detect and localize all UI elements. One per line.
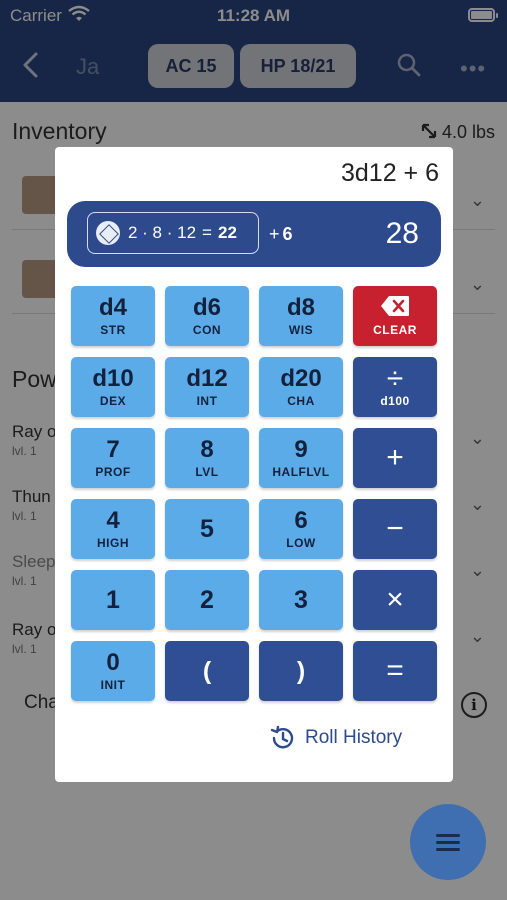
d12-key[interactable]: d12 INT (165, 357, 249, 417)
six-key[interactable]: 6 LOW (259, 499, 343, 559)
five-key[interactable]: 5 (165, 499, 249, 559)
key-sublabel: WIS (288, 323, 314, 337)
backspace-icon (380, 295, 410, 317)
two-key[interactable]: 2 (165, 570, 249, 630)
key-sublabel: PROF (95, 465, 131, 479)
plus-key[interactable]: + (353, 428, 437, 488)
roll-dice-values: 2 · 8 · 12 (128, 223, 197, 242)
key-label: 5 (200, 515, 214, 543)
key-label: 0 (106, 649, 120, 676)
three-key[interactable]: 3 (259, 570, 343, 630)
key-label: d8 (286, 294, 315, 321)
eight-key[interactable]: 8 LVL (165, 428, 249, 488)
open-paren-key[interactable]: ( (165, 641, 249, 701)
key-label: 3 (294, 586, 308, 614)
key-label: 8 (200, 436, 214, 463)
d10-key[interactable]: d10 DEX (71, 357, 155, 417)
key-sublabel: LVL (195, 465, 219, 479)
menu-icon (436, 833, 460, 837)
key-label: 6 (294, 507, 308, 534)
key-label: 2 (200, 586, 214, 614)
key-label: = (386, 654, 404, 687)
modifier-plus: + (269, 224, 280, 244)
key-label: ÷ (386, 362, 404, 395)
key-label: d6 (192, 294, 221, 321)
minus-key[interactable]: − (353, 499, 437, 559)
multiply-key[interactable]: × (353, 570, 437, 630)
history-icon (270, 725, 294, 749)
key-sublabel: CON (192, 323, 222, 337)
modifier-value: 6 (282, 224, 293, 244)
key-label: ) (296, 657, 306, 685)
key-sublabel: CHA (287, 394, 315, 408)
key-sublabel: HIGH (97, 536, 129, 550)
seven-key[interactable]: 7 PROF (71, 428, 155, 488)
roll-history-label: Roll History (305, 727, 403, 748)
key-sublabel: HALFLVL (272, 465, 330, 479)
key-label: d12 (186, 365, 228, 392)
key-sublabel: LOW (286, 536, 316, 550)
key-label: 4 (106, 507, 120, 534)
d20-key[interactable]: d20 CHA (259, 357, 343, 417)
roll-result-bar: 2 · 8 · 12 = 22 +6 28 (67, 201, 441, 267)
equals-key[interactable]: = (353, 641, 437, 701)
roll-history-button[interactable]: Roll History (269, 723, 402, 753)
roll-modifier: +6 (269, 224, 293, 245)
roll-equals: = (202, 223, 212, 242)
menu-fab-button[interactable] (410, 804, 486, 880)
zero-key[interactable]: 0 INIT (71, 641, 155, 701)
key-sublabel: CLEAR (373, 323, 417, 337)
roll-total: 28 (385, 217, 419, 250)
clear-key[interactable]: CLEAR (353, 286, 437, 346)
divide-key[interactable]: ÷ d100 (353, 357, 437, 417)
one-key[interactable]: 1 (71, 570, 155, 630)
dice-calculator-modal: 3d12 + 6 2 · 8 · 12 = 22 +6 28 d4 STR d6… (55, 147, 453, 782)
key-label: + (386, 441, 404, 474)
key-label: − (386, 512, 404, 545)
die-icon (96, 221, 120, 245)
d4-key[interactable]: d4 STR (71, 286, 155, 346)
key-label: d10 (92, 365, 134, 392)
key-sublabel: INT (196, 394, 218, 408)
d6-key[interactable]: d6 CON (165, 286, 249, 346)
key-label: × (386, 583, 404, 616)
nine-key[interactable]: 9 HALFLVL (259, 428, 343, 488)
key-label: d20 (280, 365, 322, 392)
expression-display: 3d12 + 6 (340, 159, 439, 187)
key-label: 9 (294, 436, 308, 463)
key-sublabel: d100 (380, 394, 410, 408)
roll-sum: 22 (217, 223, 237, 242)
key-sublabel: STR (100, 323, 126, 337)
close-paren-key[interactable]: ) (259, 641, 343, 701)
key-label: 7 (106, 436, 120, 463)
key-label: ( (202, 657, 212, 685)
key-label: d4 (98, 294, 127, 321)
roll-breakdown: 2 · 8 · 12 = 22 (87, 212, 259, 254)
key-sublabel: DEX (99, 394, 127, 408)
key-label: 1 (106, 586, 120, 614)
key-sublabel: INIT (100, 678, 126, 692)
d8-key[interactable]: d8 WIS (259, 286, 343, 346)
four-key[interactable]: 4 HIGH (71, 499, 155, 559)
